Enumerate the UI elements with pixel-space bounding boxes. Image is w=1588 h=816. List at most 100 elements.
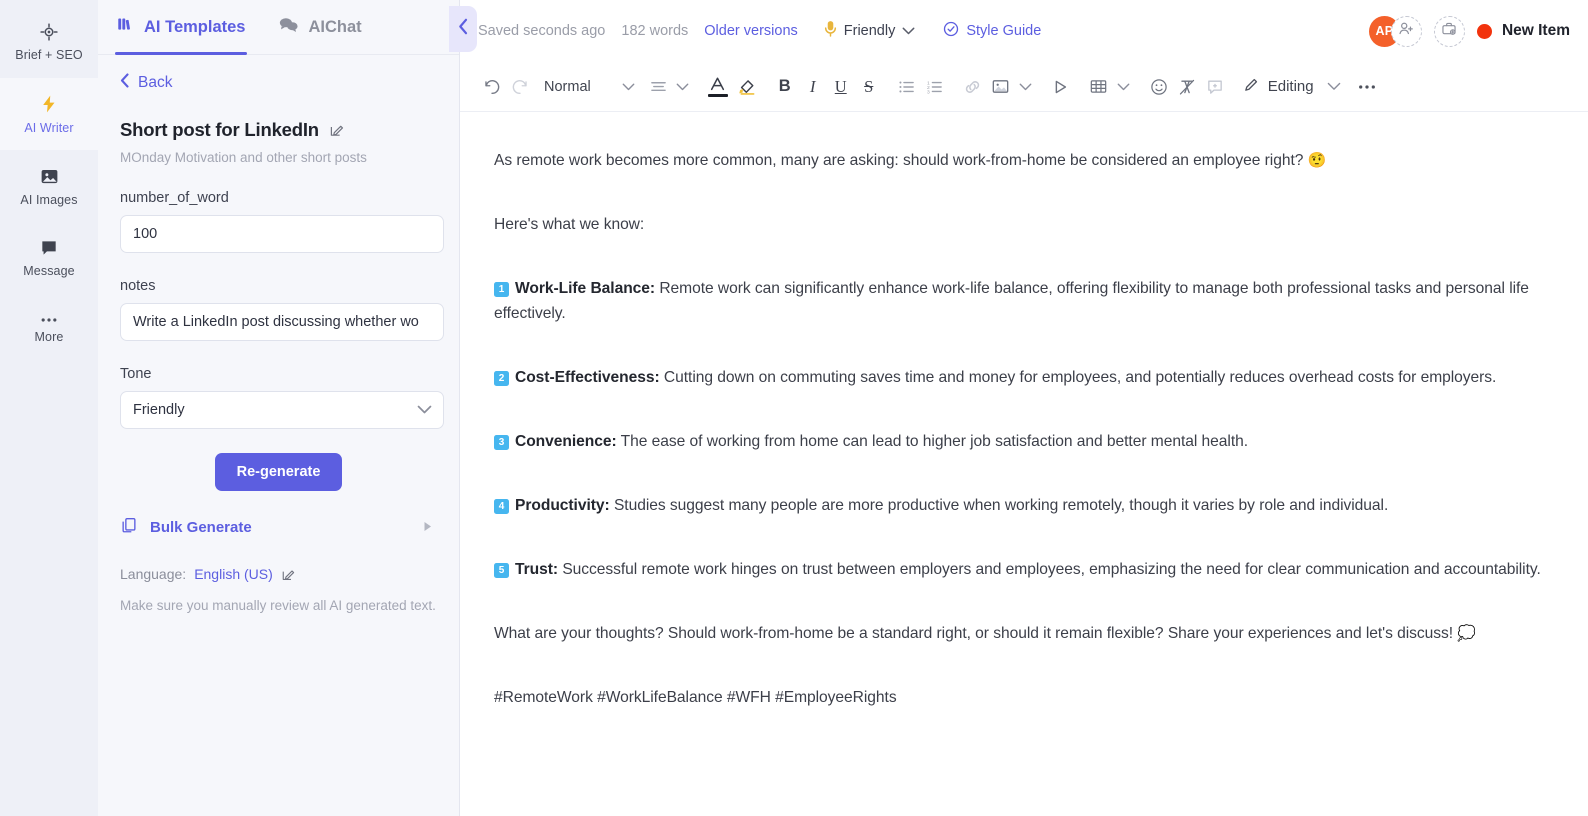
list-item-text: Successful remote work hinges on trust b… bbox=[558, 561, 1541, 578]
emoji-button[interactable] bbox=[1145, 72, 1173, 102]
rail-item-label: More bbox=[34, 330, 64, 345]
lightning-bolt-icon bbox=[39, 93, 59, 115]
rail-item-ai-writer[interactable]: AI Writer bbox=[0, 78, 98, 150]
target-icon bbox=[39, 22, 59, 42]
tab-label: AIChat bbox=[308, 17, 362, 36]
add-comment-button[interactable] bbox=[1201, 72, 1229, 102]
language-edit-pencil-icon[interactable] bbox=[281, 567, 296, 582]
back-button[interactable]: Back bbox=[120, 55, 172, 99]
word-count: 182 words bbox=[621, 23, 689, 39]
collapse-panel-button[interactable] bbox=[449, 6, 477, 52]
add-asset-button[interactable] bbox=[1433, 15, 1465, 47]
rail-item-label: Brief + SEO bbox=[15, 48, 83, 63]
list-item-heading: Productivity: bbox=[515, 497, 610, 514]
primary-nav-rail: Brief + SEO AI Writer AI Images Message … bbox=[0, 0, 98, 816]
link-button[interactable] bbox=[959, 72, 987, 102]
chevron-left-icon bbox=[120, 73, 129, 93]
tone-select[interactable]: Friendly bbox=[120, 391, 444, 429]
ellipsis-icon bbox=[39, 316, 59, 324]
status-dot-icon bbox=[1476, 23, 1492, 39]
redo-button[interactable] bbox=[506, 72, 534, 102]
clear-formatting-button[interactable] bbox=[1173, 72, 1201, 102]
list-item-text: Cutting down on commuting saves time and… bbox=[659, 369, 1497, 386]
add-collaborator-button[interactable] bbox=[1390, 15, 1422, 47]
back-label: Back bbox=[138, 74, 173, 91]
tone-selector[interactable]: Friendly bbox=[824, 20, 916, 42]
app-root: Brief + SEO AI Writer AI Images Message … bbox=[0, 0, 1588, 816]
edit-pencil-icon[interactable] bbox=[329, 122, 345, 138]
caret-right-icon bbox=[423, 519, 433, 536]
text-color-button[interactable] bbox=[703, 76, 733, 97]
align-button[interactable] bbox=[645, 72, 673, 102]
editing-mode-label: Editing bbox=[1267, 78, 1314, 95]
editing-mode-button[interactable]: Editing bbox=[1243, 76, 1314, 98]
paragraph-text: What are your thoughts? Should work-from… bbox=[494, 625, 1458, 642]
list-item-text: Studies suggest many people are more pro… bbox=[609, 497, 1389, 514]
older-versions-link[interactable]: Older versions bbox=[704, 23, 797, 39]
language-value[interactable]: English (US) bbox=[194, 566, 273, 582]
tab-aichat[interactable]: AIChat bbox=[279, 0, 362, 55]
new-item-button[interactable]: New Item bbox=[1476, 22, 1574, 40]
more-options-button[interactable] bbox=[1354, 84, 1380, 90]
rail-item-label: AI Images bbox=[20, 192, 78, 207]
insert-video-button[interactable] bbox=[1047, 72, 1075, 102]
collaborators-group: AP bbox=[1368, 15, 1422, 47]
numbered-list-button[interactable]: 1 2 3 bbox=[921, 72, 949, 102]
add-person-icon bbox=[1398, 21, 1414, 41]
underline-button[interactable]: U bbox=[827, 72, 855, 102]
check-circle-icon bbox=[943, 21, 959, 41]
list-item-3: 3 Convenience: The ease of working from h… bbox=[494, 429, 1548, 454]
table-dropdown-chevron[interactable] bbox=[1113, 83, 1135, 91]
bullet-list-button[interactable] bbox=[893, 72, 921, 102]
document-body[interactable]: As remote work becomes more common, many… bbox=[460, 112, 1588, 816]
tone-select-wrapper: Friendly bbox=[120, 391, 444, 429]
chevron-left-icon bbox=[458, 18, 469, 40]
align-dropdown-chevron[interactable] bbox=[673, 83, 693, 91]
ai-disclaimer-text: Make sure you manually review all AI gen… bbox=[120, 598, 436, 613]
paragraph-call-to-action: What are your thoughts? Should work-from… bbox=[494, 621, 1548, 646]
chat-bubble-icon bbox=[39, 238, 59, 258]
template-subtitle: MOnday Motivation and other short posts bbox=[120, 150, 367, 165]
copy-documents-icon bbox=[120, 516, 138, 538]
editing-mode-chevron[interactable] bbox=[1314, 82, 1354, 91]
svg-text:3: 3 bbox=[927, 89, 930, 93]
bold-button[interactable]: B bbox=[771, 72, 799, 102]
rail-item-ai-images[interactable]: AI Images bbox=[0, 150, 98, 222]
notes-input[interactable]: Write a LinkedIn post discussing whether… bbox=[120, 303, 444, 341]
paragraph-intro: As remote work becomes more common, many… bbox=[494, 148, 1548, 173]
image-icon bbox=[39, 166, 60, 187]
microphone-icon bbox=[824, 20, 837, 42]
insert-image-button[interactable] bbox=[987, 72, 1015, 102]
strikethrough-button[interactable]: S bbox=[855, 72, 883, 102]
undo-button[interactable] bbox=[478, 72, 506, 102]
highlight-button[interactable] bbox=[733, 72, 761, 102]
paragraph-style-dropdown[interactable]: Normal bbox=[544, 79, 635, 95]
paragraph-style-label: Normal bbox=[544, 78, 591, 95]
tab-ai-templates[interactable]: AI Templates bbox=[114, 0, 248, 55]
list-item-text: The ease of working from home can lead t… bbox=[616, 433, 1249, 450]
regenerate-button[interactable]: Re-generate bbox=[214, 453, 343, 491]
list-item-1: 1 Work-Life Balance: Remote work can sign… bbox=[494, 276, 1548, 326]
italic-button[interactable]: I bbox=[799, 72, 827, 102]
rail-item-message[interactable]: Message bbox=[0, 222, 98, 294]
paragraph-text: #RemoteWork #WorkLifeBalance #WFH #Emplo… bbox=[494, 689, 897, 706]
templates-grid-icon bbox=[117, 16, 134, 38]
template-header: Short post for LinkedIn bbox=[120, 119, 437, 141]
rail-item-more[interactable]: More bbox=[0, 294, 98, 366]
list-item-2: 2 Cost-Effectiveness: Cutting down on com… bbox=[494, 365, 1548, 390]
bulk-generate-row[interactable]: Bulk Generate bbox=[120, 516, 437, 538]
field-label-notes: notes bbox=[120, 278, 156, 294]
insert-table-button[interactable] bbox=[1085, 72, 1113, 102]
text-color-swatch bbox=[707, 94, 728, 97]
chat-bubbles-icon bbox=[279, 16, 299, 38]
image-dropdown-chevron[interactable] bbox=[1015, 83, 1037, 91]
list-item-heading: Work-Life Balance: bbox=[515, 280, 656, 297]
number-badge-4: 4 bbox=[494, 499, 509, 514]
panel-content: Back Short post for LinkedIn MOnday Moti… bbox=[98, 55, 459, 616]
chevron-down-icon bbox=[902, 23, 915, 39]
number-of-word-input[interactable]: 100 bbox=[120, 215, 444, 253]
list-item-heading: Convenience: bbox=[515, 433, 617, 450]
style-guide-button[interactable]: Style Guide bbox=[943, 21, 1041, 41]
save-status: Saved seconds ago bbox=[478, 23, 606, 39]
rail-item-brief-seo[interactable]: Brief + SEO bbox=[0, 6, 98, 78]
